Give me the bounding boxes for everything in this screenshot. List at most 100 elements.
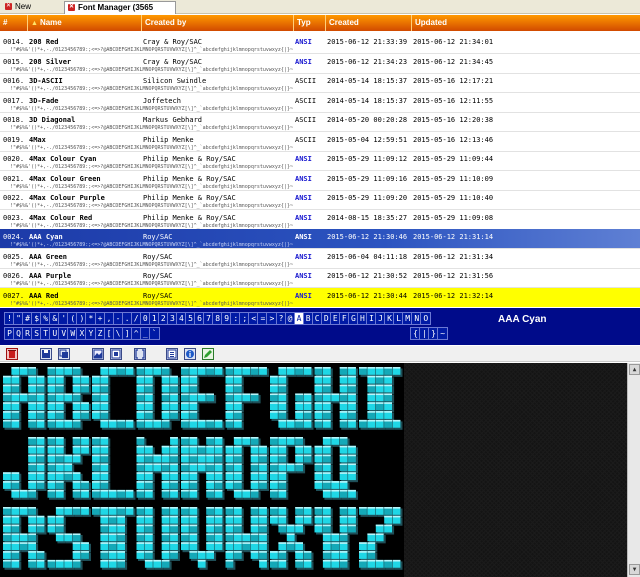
font-preview: ▲ ▼ xyxy=(0,363,640,577)
preview-glyph xyxy=(47,507,91,570)
preview-glyph xyxy=(314,367,358,430)
preview-glyph xyxy=(270,507,314,570)
cell-updated: 2015-05-29 11:09:08 xyxy=(413,213,494,222)
preview-glyph xyxy=(225,507,269,570)
cell-name: AAA Cyan xyxy=(29,233,63,241)
cell-author: Philip Menke & Roy/SAC xyxy=(143,213,236,222)
table-row[interactable]: 0018. 3D Diagonal Markus Gebhard ASCII 2014-… xyxy=(0,112,640,132)
cell-num: 0027. xyxy=(3,291,25,300)
cell-author: Philip Menke & Roy/SAC xyxy=(143,155,236,163)
cell-sample-text: !"#$%&'()*+,-./0123456789:;<=>?@ABCDEFGH… xyxy=(10,125,293,131)
preview-glyph xyxy=(181,507,225,570)
cell-sample-text: !"#$%&'()*+,-./0123456789:;<=>?@ABCDEFGH… xyxy=(10,183,293,190)
cell-type: ASCII xyxy=(295,96,317,105)
cell-author: Philip Menke & Roy/SAC xyxy=(143,174,236,183)
cell-created: 2015-05-29 11:09:20 xyxy=(327,194,408,202)
column-header-updated[interactable]: Updated xyxy=(412,15,640,31)
cell-name: 208 Red xyxy=(29,38,59,46)
preview-glyph xyxy=(270,437,314,500)
column-header-created-by[interactable]: Created by xyxy=(142,15,294,31)
cell-created: 2015-06-04 04:11:18 xyxy=(327,252,408,261)
close-icon[interactable]: ✕ xyxy=(5,3,12,11)
table-row[interactable]: 0014. 208 Red Cray & Roy/SAC ANSI 2015-06-12… xyxy=(0,34,640,54)
preview-glyph xyxy=(136,367,180,430)
cell-name: 4Max Colour Cyan xyxy=(29,155,97,163)
table-row[interactable]: 0027. AAA Red Roy/SAC ANSI 2015-06-12 21:30:… xyxy=(0,287,640,307)
preview-canvas xyxy=(3,367,403,570)
cell-created: 2014-05-14 18:15:37 xyxy=(327,96,408,105)
table-row[interactable]: 0025. AAA Green Roy/SAC ANSI 2015-06-04 04:1… xyxy=(0,249,640,269)
cell-author: Philip Menke xyxy=(143,135,194,144)
image-button[interactable] xyxy=(92,348,104,360)
cell-num: 0024. xyxy=(3,233,25,241)
cell-sample-text: !"#$%&'()*+,-./0123456789:;<=>?@ABCDEFGH… xyxy=(10,281,293,287)
preview-scrollbar[interactable]: ▲ ▼ xyxy=(627,363,640,577)
char-key[interactable]: ~ xyxy=(437,327,449,340)
column-header-type[interactable]: Typ xyxy=(294,15,326,31)
cell-type: ANSI xyxy=(295,252,312,261)
brackets-icon xyxy=(135,349,145,359)
font-list[interactable]: 0014. 208 Red Cray & Roy/SAC ANSI 2015-06-12… xyxy=(0,34,640,307)
preview-glyph xyxy=(3,367,47,430)
table-row[interactable]: 0015. 208 Silver Cray & Roy/SAC ANSI 2015-06… xyxy=(0,54,640,74)
cell-sample-text: !"#$%&'()*+,-./0123456789:;<=>?@ABCDEFGH… xyxy=(10,105,293,112)
char-key[interactable]: O xyxy=(420,312,432,325)
column-header-created[interactable]: Created xyxy=(326,15,412,31)
scroll-down-icon[interactable]: ▼ xyxy=(629,564,640,575)
tab-bar: ✕New ✕Font Manager (3565 Fonts) xyxy=(0,0,640,24)
cell-sample-text: !"#$%&'()*+,-./0123456789:;<=>?@ABCDEFGH… xyxy=(10,242,293,248)
export-button[interactable] xyxy=(110,348,122,360)
cell-author: Silicon Swindle xyxy=(143,77,207,85)
preview-glyph xyxy=(314,507,358,570)
cell-sample-text: !"#$%&'()*+,-./0123456789:;<=>?@ABCDEFGH… xyxy=(10,47,293,53)
edit-button[interactable] xyxy=(202,348,214,360)
cell-created: 2014-08-15 18:35:27 xyxy=(327,213,408,222)
cell-created: 2015-06-12 21:30:44 xyxy=(327,291,408,300)
table-row[interactable]: 0026. AAA Purple Roy/SAC ANSI 2015-06-12 21:… xyxy=(0,268,640,288)
info-button[interactable] xyxy=(184,348,196,360)
char-key[interactable]: ` xyxy=(148,327,160,340)
cell-created: 2015-06-12 21:30:46 xyxy=(327,233,408,241)
cell-name: AAA Purple xyxy=(29,272,72,280)
brackets-button[interactable] xyxy=(134,348,146,360)
delete-button[interactable] xyxy=(6,348,18,360)
cell-author: Joffetech xyxy=(143,96,181,105)
scroll-up-icon[interactable]: ▲ xyxy=(629,364,640,375)
cell-created: 2015-06-12 21:30:52 xyxy=(327,272,408,280)
cell-num: 0022. xyxy=(3,194,25,202)
preview-glyph xyxy=(359,367,403,430)
table-row[interactable]: 0019. 4Max Philip Menke ASCII 2015-05-04 12:… xyxy=(0,132,640,152)
tab-new[interactable]: ✕ New xyxy=(2,1,58,14)
table-row[interactable]: 0024. AAA Cyan Roy/SAC ANSI 2015-06-12 21:30… xyxy=(0,229,640,249)
cell-name: 4Max Colour Purple xyxy=(29,194,105,202)
list-button[interactable] xyxy=(166,348,178,360)
export-icon xyxy=(111,349,121,359)
cell-num: 0014. xyxy=(3,38,25,46)
preview-glyph xyxy=(359,507,403,570)
cell-created: 2014-05-20 00:20:28 xyxy=(327,116,408,124)
cell-updated: 2015-06-12 21:32:14 xyxy=(413,291,494,300)
cell-name: 3D-ASCII xyxy=(29,77,63,85)
preview-glyph xyxy=(3,507,47,570)
table-row[interactable]: 0016. 3D-ASCII Silicon Swindle ASCII 2014-05… xyxy=(0,73,640,93)
preview-glyph xyxy=(92,437,136,500)
table-row[interactable]: 0017. 3D-Fade Joffetech ASCII 2014-05-14 18:… xyxy=(0,93,640,113)
preview-glyph xyxy=(136,507,180,570)
cell-type: ANSI xyxy=(295,194,312,202)
table-row[interactable]: 0020. 4Max Colour Cyan Philip Menke & Roy/… xyxy=(0,151,640,171)
cell-created: 2014-05-14 18:15:37 xyxy=(327,77,408,85)
column-header-number[interactable]: # xyxy=(0,15,28,31)
table-row[interactable]: 0023. 4Max Colour Red Philip Menke & Roy/S… xyxy=(0,210,640,230)
cell-type: ANSI xyxy=(295,38,312,46)
edit-icon xyxy=(204,350,212,358)
table-row[interactable]: 0022. 4Max Colour Purple Philip Menke & Ro… xyxy=(0,190,640,210)
cell-author: Roy/SAC xyxy=(143,272,173,280)
delete-icon xyxy=(8,350,16,358)
save-button[interactable] xyxy=(40,348,52,360)
cell-created: 2015-05-04 12:59:51 xyxy=(327,135,408,144)
tab-font-manager[interactable]: ✕Font Manager (3565 Fonts) xyxy=(64,1,176,24)
copy-button[interactable] xyxy=(58,348,70,360)
column-header-name[interactable]: ▲ Name xyxy=(28,15,142,31)
close-icon[interactable]: ✕ xyxy=(68,4,75,12)
table-row[interactable]: 0021. 4Max Colour Green Philip Menke & Roy… xyxy=(0,171,640,191)
